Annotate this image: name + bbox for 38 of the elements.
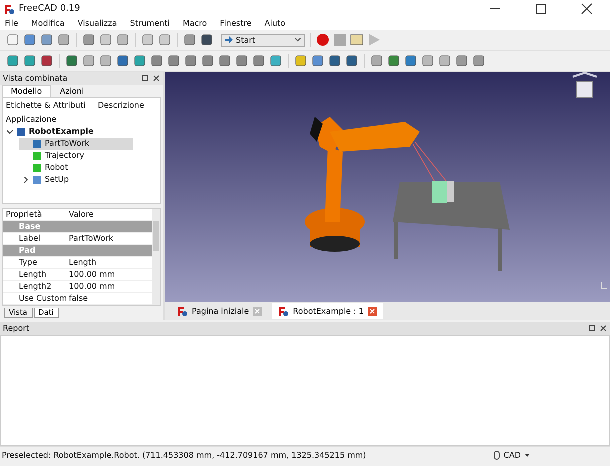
panel-tab[interactable]: Azioni xyxy=(51,84,94,97)
column-header: Etichette & Attributi xyxy=(6,101,86,110)
property-value[interactable]: false xyxy=(66,294,88,303)
workbench-dropdown[interactable]: Start xyxy=(221,34,305,46)
column-header: Proprietà xyxy=(5,210,44,219)
panel-tab[interactable]: Modello xyxy=(2,84,52,97)
menu-item[interactable]: Strumenti xyxy=(130,18,177,30)
window-title: FreeCAD 0.19 xyxy=(19,4,82,14)
property-value[interactable]: PartToWork xyxy=(66,234,114,243)
tree-root-label: Applicazione xyxy=(5,114,58,126)
property-group: Base xyxy=(3,221,152,233)
property-name: Type xyxy=(18,258,38,267)
tree-item[interactable]: SetUp xyxy=(19,174,133,186)
panel-title: Report xyxy=(3,324,30,333)
property-name: Use Custom xyxy=(18,294,66,303)
property-value[interactable]: Length xyxy=(66,258,97,267)
tree-item[interactable]: PartToWork xyxy=(19,138,133,150)
status-message: Preselected: RobotExample.Robot. (711.453308 mm, -412.709167 mm, 1325.345215 mm) xyxy=(2,450,368,460)
navigation-style-button[interactable]: CAD xyxy=(494,450,610,460)
menu-item[interactable]: Modifica xyxy=(31,18,72,30)
tree-item[interactable]: Trajectory xyxy=(19,150,133,162)
menu-item[interactable]: Macro xyxy=(182,18,214,30)
property-group: Pad xyxy=(3,245,152,257)
menu-item[interactable]: File xyxy=(5,18,26,30)
menu-item[interactable]: Aiuto xyxy=(264,18,293,30)
property-name: Length xyxy=(18,270,48,279)
menu-item[interactable]: Finestre xyxy=(220,18,259,30)
document-tab[interactable]: RobotExample : 1 xyxy=(272,303,383,319)
tree-item[interactable]: RobotExample xyxy=(3,126,117,138)
property-value[interactable]: 100.00 mm xyxy=(66,270,116,279)
property-value[interactable]: 100.00 mm xyxy=(66,282,116,291)
tree-item[interactable]: Robot xyxy=(19,162,133,174)
property-name: Label xyxy=(18,234,42,243)
property-name: Length2 xyxy=(18,282,53,291)
column-header: Descrizione xyxy=(98,101,144,110)
column-header: Valore xyxy=(68,210,94,219)
panel-title: Vista combinata xyxy=(3,74,68,83)
menu-item[interactable]: Visualizza xyxy=(78,18,124,30)
